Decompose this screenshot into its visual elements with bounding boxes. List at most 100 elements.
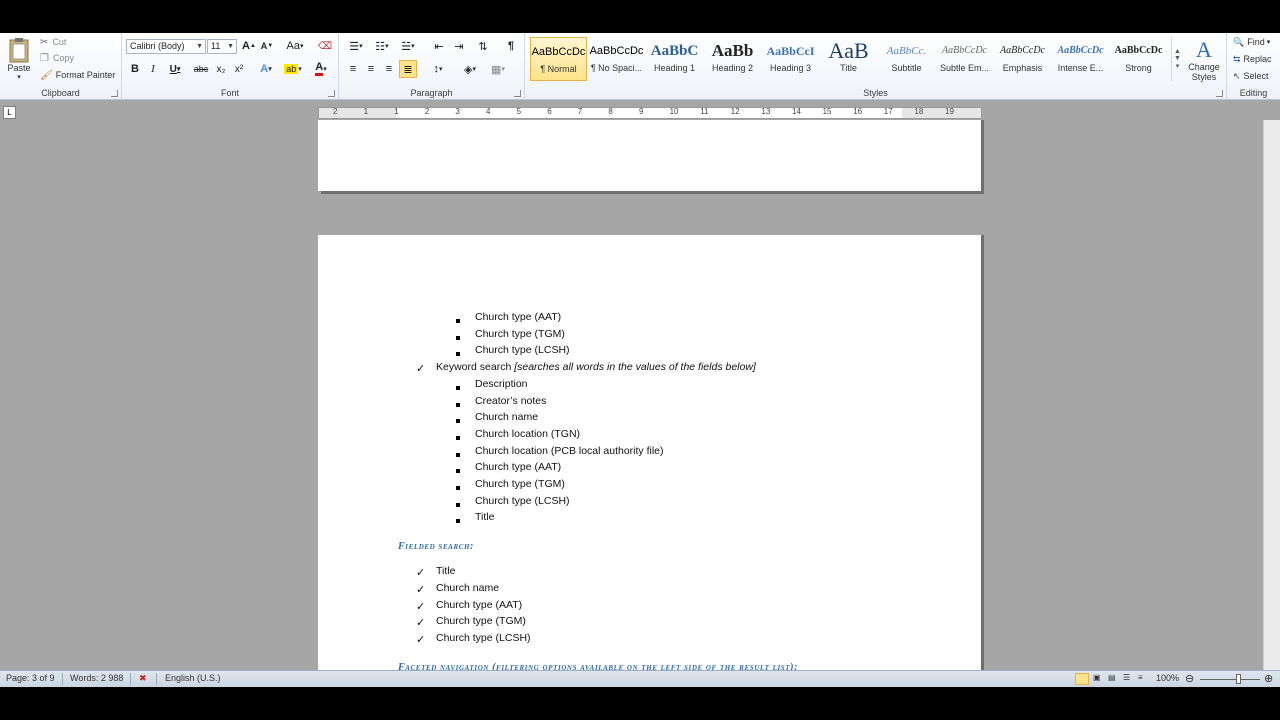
print-layout-view-icon[interactable] xyxy=(1075,673,1089,685)
list-item-text: Title xyxy=(436,565,456,578)
grow-font-button[interactable]: A ▲ xyxy=(242,38,256,54)
align-left-button[interactable]: ≡ xyxy=(345,61,361,77)
paste-button[interactable]: Paste ▾ xyxy=(4,35,34,83)
zoom-level[interactable]: 100% xyxy=(1156,673,1179,683)
full-screen-view-icon[interactable]: ▣ xyxy=(1093,673,1101,682)
style-tile[interactable]: AaBb Heading 2 xyxy=(704,37,761,81)
font-group: Calibri (Body) ▼ 11 ▼ A ▲ A ▼ Aa ▾ ⌫ B I U ▾… xyxy=(122,33,339,100)
outline-view-icon[interactable]: ☰ xyxy=(1123,673,1130,682)
tab-selector[interactable]: L xyxy=(3,106,16,119)
styles-gallery-scroll[interactable]: ▲ ▼ ▾ xyxy=(1171,37,1183,81)
vertical-scrollbar[interactable] xyxy=(1263,120,1280,670)
style-tile[interactable]: AaBbCc. Subtitle xyxy=(878,37,935,81)
numbering-button[interactable]: ☷ ▾ xyxy=(371,38,393,54)
paste-dropdown-icon[interactable]: ▾ xyxy=(17,73,21,81)
zoom-slider-track[interactable] xyxy=(1200,679,1260,680)
clipboard-launcher-icon[interactable] xyxy=(111,90,118,97)
list-item: Church type (AAT) xyxy=(475,461,561,473)
multilevel-list-button[interactable]: ☱ ▾ xyxy=(397,38,419,54)
document-area[interactable]: Church type (AAT) Church type (TGM) Church… xyxy=(0,120,1280,670)
checkmark-icon: ✓ xyxy=(416,599,426,613)
style-sample: AaBbCcDc xyxy=(1057,45,1104,56)
ruler-number: 14 xyxy=(792,107,801,116)
shading-button[interactable]: ◈ ▾ xyxy=(459,61,481,77)
web-layout-view-icon[interactable]: ▤ xyxy=(1108,673,1116,682)
list-item-text: Church type (TGM) xyxy=(436,615,526,628)
ruler-number: 12 xyxy=(730,107,740,116)
style-tile[interactable]: AaBbCcDc ¶ Normal xyxy=(530,37,587,81)
replace-button[interactable]: ⇆ Replac xyxy=(1233,52,1272,66)
zoom-slider-thumb[interactable] xyxy=(1236,674,1241,684)
style-tile[interactable]: AaBbCcDc Intense E... xyxy=(1052,37,1109,81)
shrink-font-button[interactable]: A ▼ xyxy=(260,38,274,54)
change-styles-button[interactable]: A Change Styles xyxy=(1185,35,1223,85)
list-item-text: Church name xyxy=(475,411,539,424)
strikethrough-button[interactable]: abc xyxy=(192,61,210,77)
format-painter-button[interactable]: 🖌 Format Painter xyxy=(40,68,115,82)
align-right-icon: ≡ xyxy=(385,63,393,75)
previous-page[interactable] xyxy=(318,120,981,191)
list-item: Church type (TGM) xyxy=(475,328,565,340)
bold-button[interactable]: B xyxy=(128,61,142,77)
borders-button[interactable]: ▦ ▾ xyxy=(487,61,509,77)
font-launcher-icon[interactable] xyxy=(328,90,335,97)
highlight-button[interactable]: ab ▾ xyxy=(282,61,304,77)
checklist-item: Church type (AAT) xyxy=(436,599,522,611)
multilevel-list-icon: ☱ xyxy=(401,40,412,53)
align-right-button[interactable]: ≡ xyxy=(381,61,397,77)
justify-button[interactable]: ≣ xyxy=(399,60,417,78)
sort-button[interactable]: ⇅ xyxy=(475,38,491,54)
style-tile[interactable]: AaBbCcI Heading 3 xyxy=(762,37,819,81)
page-count[interactable]: Page: 3 of 9 xyxy=(6,673,55,683)
paragraph-launcher-icon[interactable] xyxy=(514,90,521,97)
style-tile[interactable]: AaBbCcDc ¶ No Spaci... xyxy=(588,37,645,81)
style-tile[interactable]: AaBbCcDc Subtle Em... xyxy=(936,37,993,81)
ruler-number: 16 xyxy=(853,107,863,116)
italic-button[interactable]: I xyxy=(146,61,160,77)
styles-launcher-icon[interactable] xyxy=(1216,90,1223,97)
list-item-text: Church type (LCSH) xyxy=(475,344,570,357)
underline-button[interactable]: U ▾ xyxy=(164,61,186,77)
draft-view-icon[interactable]: ≡ xyxy=(1138,673,1143,682)
checklist-item: Church type (LCSH) xyxy=(436,632,531,644)
language-indicator[interactable]: English (U.S.) xyxy=(165,673,221,683)
increase-indent-button[interactable]: ⇥ xyxy=(451,38,467,54)
superscript-label: x² xyxy=(234,63,244,75)
align-center-button[interactable]: ≡ xyxy=(363,61,379,77)
show-formatting-button[interactable]: ¶ xyxy=(503,38,519,54)
font-size-combo[interactable]: 11 ▼ xyxy=(207,39,237,54)
style-tile[interactable]: AaBbC Heading 1 xyxy=(646,37,703,81)
checkmark-icon: ✓ xyxy=(416,632,426,646)
font-name-combo[interactable]: Calibri (Body) ▼ xyxy=(126,39,206,54)
ruler-number: 11 xyxy=(700,107,709,116)
style-tile[interactable]: AaBbCcDc Emphasis xyxy=(994,37,1051,81)
decrease-indent-button[interactable]: ⇤ xyxy=(431,38,447,54)
font-color-button[interactable]: A ▾ xyxy=(310,61,332,77)
bullet-list-icon: ☰ xyxy=(349,40,360,53)
change-case-button[interactable]: Aa ▾ xyxy=(284,38,306,54)
zoom-in-icon[interactable]: ⊕ xyxy=(1264,672,1273,685)
clear-formatting-icon[interactable]: ⌫ xyxy=(317,38,333,54)
text-effects-button[interactable]: A ▾ xyxy=(256,61,276,77)
cut-button[interactable]: ✂ Cut xyxy=(40,35,66,49)
style-tile[interactable]: AaBbCcDc Strong xyxy=(1110,37,1167,81)
horizontal-ruler[interactable]: 2 1 1 2 3 4 5 6 7 8 9 10 11 12 13 14 15 16 17 18 19 xyxy=(318,107,982,119)
pilcrow-icon: ¶ xyxy=(507,40,515,52)
style-tile[interactable]: AaB Title xyxy=(820,37,877,81)
styles-group: AaBbCcDc ¶ Normal AaBbCcDc ¶ No Spaci... AaB… xyxy=(525,33,1227,100)
style-sample: AaB xyxy=(828,38,869,63)
copy-button[interactable]: ❐ Copy xyxy=(40,51,74,65)
superscript-button[interactable]: x² xyxy=(232,61,246,77)
list-item: Description xyxy=(475,378,528,390)
line-spacing-button[interactable]: ↕ ▾ xyxy=(427,61,449,77)
proofing-icon[interactable]: ✖ xyxy=(139,673,147,684)
status-bar: Page: 3 of 9 Words: 2 988 ✖ English (U.S… xyxy=(0,670,1280,687)
zoom-out-icon[interactable]: ⊖ xyxy=(1185,672,1194,685)
ruler-number: 18 xyxy=(914,107,924,116)
word-count[interactable]: Words: 2 988 xyxy=(70,673,123,683)
font-group-label: Font xyxy=(220,88,239,98)
find-button[interactable]: 🔍 Find ▾ xyxy=(1233,35,1270,49)
subscript-button[interactable]: x₂ xyxy=(214,61,228,77)
bullets-button[interactable]: ☰ ▾ xyxy=(345,38,367,54)
select-button[interactable]: ↖ Select xyxy=(1233,69,1269,83)
